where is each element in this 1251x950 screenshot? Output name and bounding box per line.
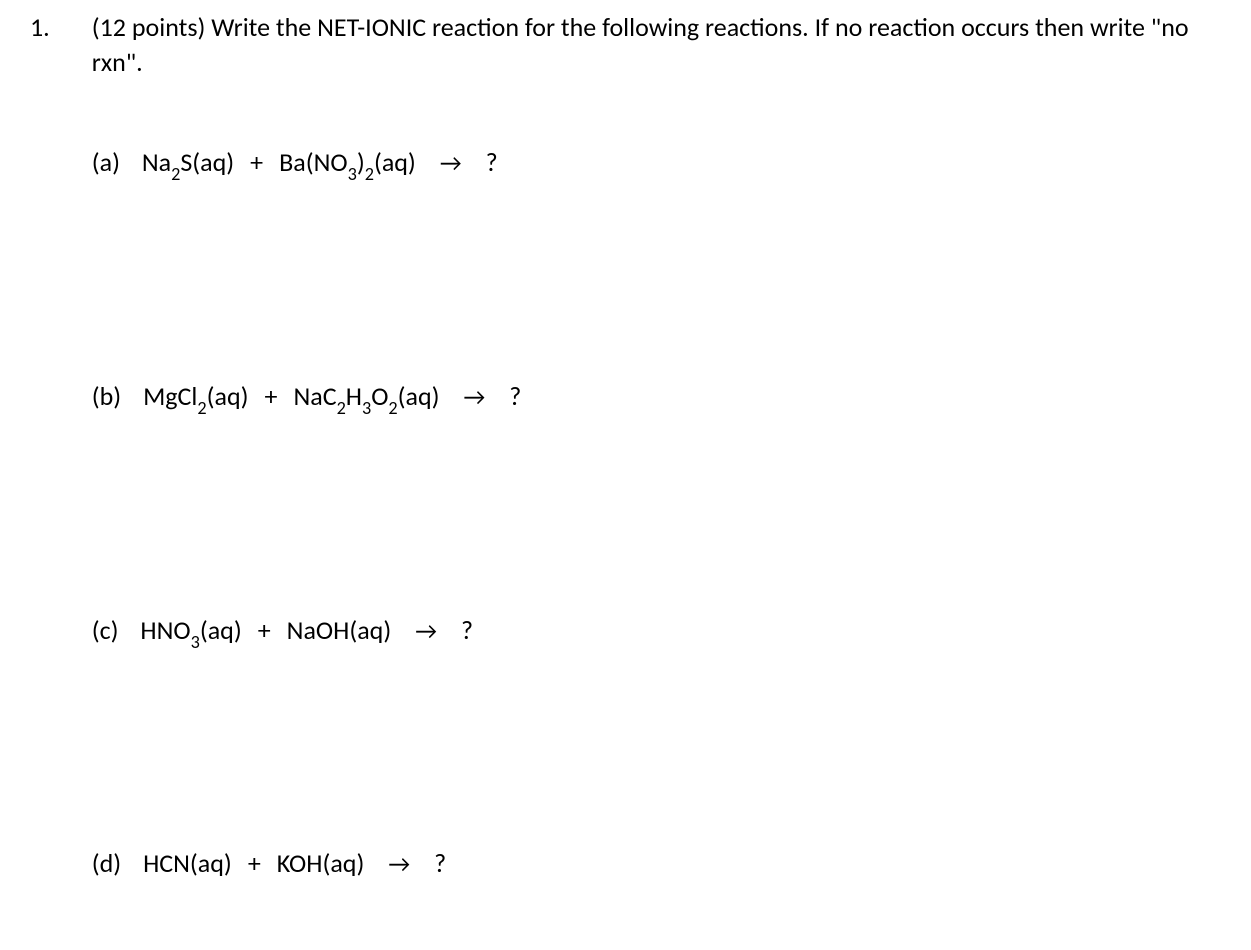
equation-c: (c) HNO3(aq) + NaOH(aq) → ? [92, 613, 1221, 652]
reactant-2: KOH(aq) [277, 846, 365, 881]
subpart-b: (b) MgCl2(aq) + NaC2H3O2(aq) → ? [92, 379, 1221, 418]
plus-symbol: + [258, 613, 271, 648]
question-container: 1. (12 points) Write the NET-IONIC react… [30, 10, 1221, 882]
subpart-label: (a) [92, 145, 120, 180]
subpart-c: (c) HNO3(aq) + NaOH(aq) → ? [92, 613, 1221, 652]
arrow-icon: → [440, 148, 462, 180]
arrow-icon: → [415, 616, 437, 648]
reactant-2: NaOH(aq) [287, 613, 392, 648]
equation-b: (b) MgCl2(aq) + NaC2H3O2(aq) → ? [92, 379, 1221, 418]
reactant-2: Ba(NO3)2(aq) [279, 145, 416, 184]
arrow-icon: → [388, 849, 410, 881]
subpart-label: (d) [92, 846, 121, 881]
product-placeholder: ? [486, 145, 498, 180]
product-placeholder: ? [509, 379, 521, 414]
subpart-a: (a) Na2S(aq) + Ba(NO3)2(aq) → ? [92, 145, 1221, 184]
subpart-d: (d) HCN(aq) + KOH(aq) → ? [92, 846, 1221, 881]
reactant-1: HNO3(aq) [140, 613, 241, 652]
plus-symbol: + [265, 379, 278, 414]
plus-symbol: + [248, 846, 261, 881]
reactant-1: Na2S(aq) [142, 145, 234, 184]
reactant-2: NaC2H3O2(aq) [293, 379, 439, 418]
subpart-label: (b) [92, 379, 121, 414]
question-number: 1. [30, 10, 50, 882]
plus-symbol: + [250, 145, 263, 180]
equation-a: (a) Na2S(aq) + Ba(NO3)2(aq) → ? [92, 145, 1221, 184]
question-prompt: (12 points) Write the NET-IONIC reaction… [92, 10, 1221, 80]
product-placeholder: ? [434, 846, 446, 881]
reactant-1: HCN(aq) [143, 846, 232, 881]
product-placeholder: ? [461, 613, 473, 648]
arrow-icon: → [464, 382, 486, 414]
subpart-label: (c) [92, 613, 119, 648]
equation-d: (d) HCN(aq) + KOH(aq) → ? [92, 846, 1221, 881]
question-body: (12 points) Write the NET-IONIC reaction… [92, 10, 1221, 882]
reactant-1: MgCl2(aq) [143, 379, 248, 418]
